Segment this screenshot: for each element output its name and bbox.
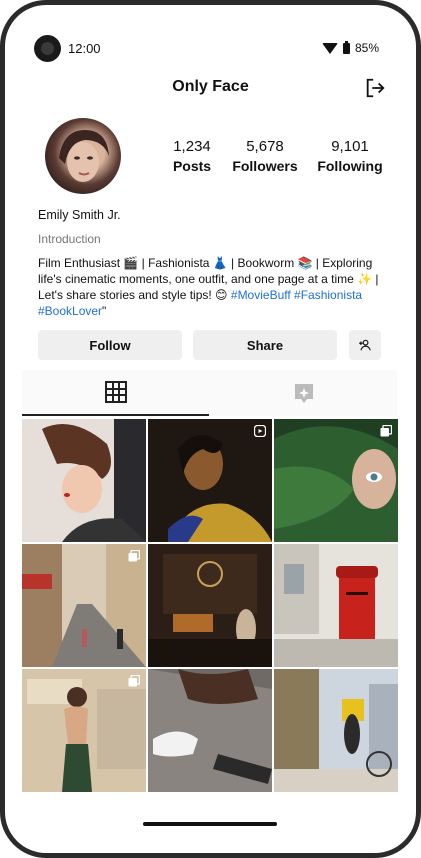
avatar[interactable] [45, 118, 121, 194]
tagged-icon [294, 384, 313, 403]
post-thumbnail[interactable] [22, 419, 146, 542]
status-time: 12:00 [68, 41, 101, 56]
stat-value: 9,101 [331, 138, 369, 155]
system-icons: 85% [321, 40, 379, 55]
screen: 12:00 85% Only Face 1,234 Posts 5,678 Fo… [5, 5, 416, 853]
status-bar: 12:00 85% [5, 5, 416, 62]
post-thumbnail[interactable] [274, 419, 398, 542]
profile-name: Emily Smith Jr. [38, 208, 121, 222]
reel-icon [254, 425, 266, 437]
add-person-button[interactable] [349, 330, 381, 360]
post-thumbnail[interactable] [274, 669, 398, 792]
add-person-icon [359, 339, 371, 351]
follow-button[interactable]: Follow [38, 330, 182, 360]
post-thumbnail[interactable] [148, 419, 272, 542]
bio-end: " [102, 304, 107, 318]
post-thumbnail[interactable] [148, 544, 272, 667]
profile-tabs [22, 370, 397, 416]
profile-bio: Film Enthusiast 🎬 | Fashionista 👗 | Book… [38, 255, 383, 319]
page-title: Only Face [172, 78, 249, 95]
stat-posts[interactable]: 1,234 Posts [168, 138, 216, 174]
home-indicator[interactable] [143, 822, 277, 826]
multi-icon [128, 675, 140, 687]
phone-frame: 12:00 85% Only Face 1,234 Posts 5,678 Fo… [0, 0, 421, 858]
intro-label: Introduction [38, 232, 101, 246]
camera-icon [34, 35, 61, 62]
logout-icon[interactable] [364, 77, 386, 99]
post-thumbnail[interactable] [22, 669, 146, 792]
stat-value: 1,234 [173, 138, 211, 155]
stat-label: Following [317, 158, 383, 174]
grid-icon [104, 381, 127, 403]
post-thumbnail[interactable] [22, 544, 146, 667]
stat-label: Followers [232, 158, 298, 174]
wifi-icon [321, 42, 338, 54]
tab-tagged[interactable] [210, 370, 397, 416]
tab-posts-grid[interactable] [22, 370, 209, 416]
stat-label: Posts [172, 158, 212, 174]
battery-level: 85% [354, 41, 379, 55]
post-thumbnail[interactable] [274, 544, 398, 667]
battery-icon [342, 40, 350, 54]
multi-icon [380, 425, 392, 437]
multi-icon [128, 550, 140, 562]
stat-following[interactable]: 9,101 Following [316, 138, 384, 174]
stat-value: 5,678 [246, 138, 284, 155]
stat-followers[interactable]: 5,678 Followers [231, 138, 299, 174]
share-button[interactable]: Share [193, 330, 337, 360]
post-thumbnail[interactable] [148, 669, 272, 792]
